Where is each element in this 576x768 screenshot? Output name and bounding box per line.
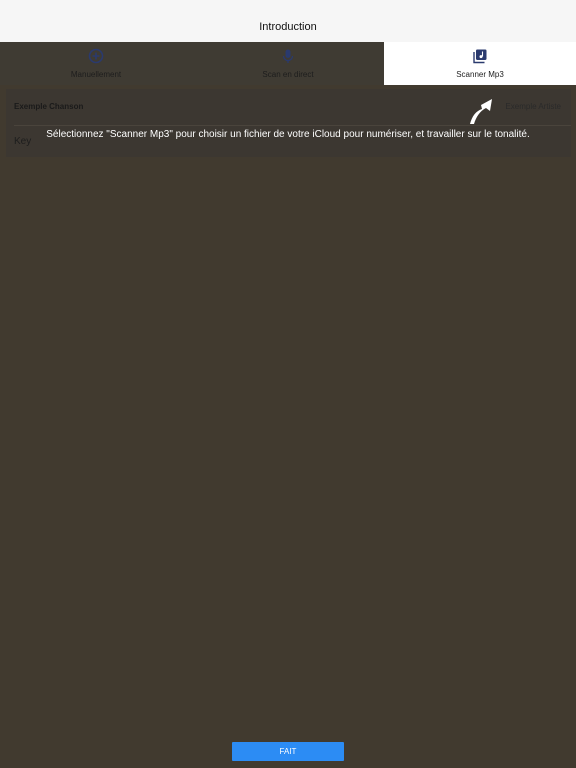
tab-bar: Manuellement Scan en direct Scanner Mp3	[0, 42, 576, 85]
instruction-text: Sélectionnez "Scanner Mp3" pour choisir …	[46, 129, 530, 140]
tab-scanner-mp3[interactable]: Scanner Mp3	[384, 42, 576, 85]
tab-manuellement[interactable]: Manuellement	[0, 42, 192, 85]
curved-arrow-icon	[470, 99, 492, 124]
tab-scan-en-direct[interactable]: Scan en direct	[192, 42, 384, 85]
navigation-bar: Introduction	[0, 0, 576, 42]
tab-label: Manuellement	[70, 70, 122, 79]
microphone-icon	[282, 49, 294, 63]
tab-label: Scanner Mp3	[456, 70, 504, 79]
plus-circle-icon	[88, 48, 104, 64]
tab-label: Scan en direct	[262, 70, 314, 79]
page-title: Introduction	[259, 21, 317, 33]
artist-name: Exemple Artiste	[505, 102, 561, 111]
song-title: Exemple Chanson	[14, 102, 84, 111]
done-button[interactable]: FAIT	[232, 742, 344, 761]
music-library-icon	[473, 49, 487, 64]
